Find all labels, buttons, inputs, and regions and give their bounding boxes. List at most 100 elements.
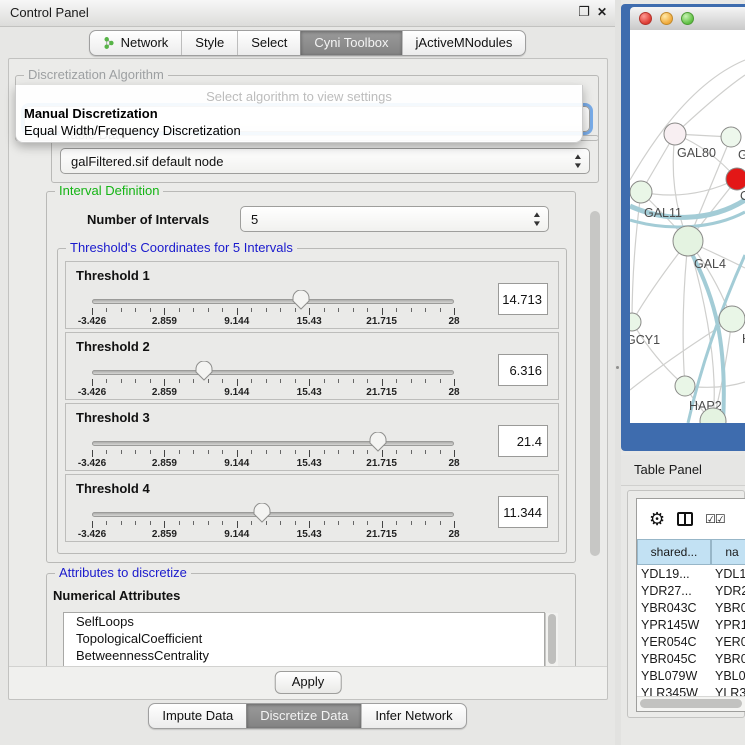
tick-mark [222, 521, 223, 525]
network-node[interactable] [673, 226, 703, 256]
tick-mark [411, 450, 412, 454]
select-columns-icon[interactable]: ☑☑ [705, 512, 725, 526]
tick-mark [454, 379, 455, 386]
close-traffic-light-icon[interactable] [639, 12, 652, 25]
tick-mark [92, 450, 93, 457]
axis-label: -3.426 [78, 458, 106, 469]
float-window-icon[interactable]: ❐ [578, 4, 590, 20]
threshold-value-field[interactable]: 14.713 [498, 283, 548, 315]
axis-label: 9.144 [224, 529, 249, 540]
tick-mark [353, 379, 354, 383]
tab-cyni-toolbox[interactable]: Cyni Toolbox [300, 31, 401, 55]
tab-network[interactable]: Network [90, 31, 182, 55]
network-node[interactable] [664, 123, 686, 145]
numerical-attributes-list[interactable]: SelfLoopsTopologicalCoefficientBetweenne… [63, 612, 545, 668]
minimize-traffic-light-icon[interactable] [660, 12, 673, 25]
network-canvas[interactable]: GAL80GACGAL11GAL4GCY1HHAP2 [630, 30, 745, 423]
slider-track[interactable] [92, 370, 454, 375]
network-node[interactable] [675, 376, 695, 396]
group-title: Attributes to discretize [55, 565, 191, 580]
tick-mark [338, 379, 339, 383]
tick-mark [440, 308, 441, 312]
zoom-traffic-light-icon[interactable] [681, 12, 694, 25]
column-header-shared[interactable]: shared... [637, 539, 711, 565]
network-node[interactable] [630, 313, 641, 331]
axis-label: -3.426 [78, 387, 106, 398]
slider-track[interactable] [92, 512, 454, 517]
tick-mark [338, 450, 339, 454]
slider-thumb-icon[interactable] [195, 361, 213, 381]
threshold-value-field[interactable]: 6.316 [498, 354, 548, 386]
tick-mark [193, 521, 194, 525]
table-row[interactable]: YBL079WYBL0 [637, 667, 745, 684]
list-item[interactable]: SelfLoops [64, 613, 544, 630]
node-label: GAL80 [677, 146, 716, 160]
cell-shared-name: YDR27... [637, 584, 711, 598]
table-header-row: shared... na [637, 539, 745, 565]
threshold-value-field[interactable]: 21.4 [498, 425, 548, 457]
tab-discretize-data[interactable]: Discretize Data [246, 704, 361, 728]
axis-label: 21.715 [366, 458, 397, 469]
threshold-slider[interactable]: -3.4262.8599.14415.4321.71528 [92, 262, 454, 330]
table-row[interactable]: YER054CYER0 [637, 633, 745, 650]
cell-shared-name: YBR045C [637, 652, 711, 666]
num-intervals-combobox[interactable]: 5 ▲▼ [240, 206, 549, 232]
list-item[interactable]: TopologicalCoefficient [64, 630, 544, 647]
tick-mark [396, 308, 397, 312]
tab-impute-data[interactable]: Impute Data [149, 704, 246, 728]
tick-mark [396, 379, 397, 383]
network-edge[interactable] [630, 60, 745, 180]
apply-button[interactable]: Apply [275, 671, 342, 694]
tab-jactivemnodules[interactable]: jActiveMNodules [402, 31, 526, 55]
network-node[interactable] [726, 168, 745, 190]
table-row[interactable]: YBR045CYBR0 [637, 650, 745, 667]
attributes-list-scrollbar[interactable] [545, 613, 558, 667]
network-edge[interactable] [675, 75, 745, 134]
network-node[interactable] [630, 181, 652, 203]
threshold-slider[interactable]: -3.4262.8599.14415.4321.71528 [92, 475, 454, 543]
column-header-name[interactable]: na [711, 539, 745, 565]
network-window-titlebar[interactable] [630, 7, 745, 31]
tick-mark [135, 521, 136, 525]
dropdown-option-manual[interactable]: Manual Discretization [24, 106, 158, 121]
network-edge[interactable] [683, 241, 688, 386]
table-row[interactable]: YDL19...YDL1 [637, 565, 745, 582]
network-node[interactable] [721, 127, 741, 147]
tick-mark [454, 308, 455, 315]
threshold-value-field[interactable]: 11.344 [498, 496, 548, 528]
tab-select[interactable]: Select [237, 31, 300, 55]
table-row[interactable]: YBR043CYBR0 [637, 599, 745, 616]
axis-label: 15.43 [297, 387, 322, 398]
table-hscrollbar[interactable] [637, 696, 745, 711]
numerical-attributes-heading: Numerical Attributes [53, 588, 180, 603]
cyni-content-pane: Discretization Algorithm Select algorith… [8, 58, 608, 700]
list-item[interactable]: BetweennessCentrality [64, 647, 544, 664]
slider-thumb-icon[interactable] [292, 290, 310, 310]
slider-thumb-icon[interactable] [369, 432, 387, 452]
slider-track[interactable] [92, 299, 454, 304]
table-data-combobox[interactable]: galFiltered.sif default node ▲▼ [60, 148, 590, 174]
slider-track[interactable] [92, 441, 454, 446]
network-node[interactable] [719, 306, 745, 332]
tick-mark [251, 450, 252, 454]
slider-thumb-icon[interactable] [253, 503, 271, 523]
network-edge[interactable] [641, 179, 737, 195]
tick-mark [237, 379, 238, 386]
tick-mark [367, 379, 368, 383]
threshold-panel: Threshold 1-3.4262.8599.14415.4321.71528… [65, 261, 559, 329]
table-row[interactable]: YPR145WYPR1 [637, 616, 745, 633]
network-edge-highlighted[interactable] [688, 255, 745, 423]
attributes-group: Attributes to discretize Numerical Attri… [46, 573, 576, 669]
close-icon[interactable]: ✕ [597, 4, 607, 20]
dropdown-option-equal-width[interactable]: Equal Width/Frequency Discretization [24, 123, 241, 138]
tab-style[interactable]: Style [181, 31, 237, 55]
threshold-slider[interactable]: -3.4262.8599.14415.4321.71528 [92, 404, 454, 472]
threshold-slider[interactable]: -3.4262.8599.14415.4321.71528 [92, 333, 454, 401]
tick-mark [92, 308, 93, 315]
network-edge[interactable] [632, 322, 685, 386]
gear-icon[interactable]: ⚙ [649, 510, 665, 528]
split-panel-icon[interactable] [677, 512, 693, 526]
content-scrollbar-thumb[interactable] [590, 211, 600, 556]
table-row[interactable]: YDR27...YDR2 [637, 582, 745, 599]
tab-infer-network[interactable]: Infer Network [361, 704, 465, 728]
